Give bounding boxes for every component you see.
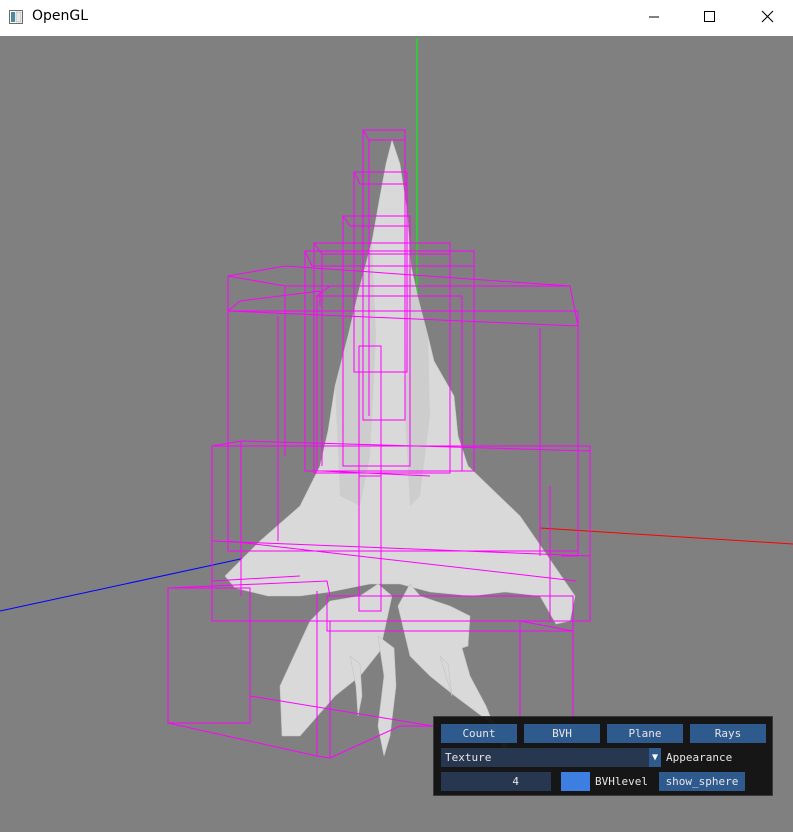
appearance-combo-value: Texture	[445, 751, 492, 764]
bvh-level-input[interactable]: 4	[441, 772, 551, 791]
close-icon[interactable]	[745, 0, 791, 36]
rays-button[interactable]: Rays	[690, 724, 766, 743]
minimize-icon[interactable]	[631, 0, 677, 36]
maximize-icon[interactable]	[686, 0, 732, 36]
appearance-label: Appearance	[666, 751, 733, 764]
bvh-button[interactable]: BVH	[524, 724, 600, 743]
dropdown-arrow-icon[interactable]: ▼	[649, 748, 661, 767]
bvh-level-label: BVHlevel	[595, 775, 648, 788]
3d-scene	[0, 38, 793, 797]
opengl-window: OpenGL Count BVH Plane Rays Texture ▼ Ap…	[0, 0, 793, 832]
opengl-app-icon	[9, 10, 23, 24]
imgui-panel: Count BVH Plane Rays Texture ▼ Appearanc…	[433, 716, 773, 796]
title-bar[interactable]: OpenGL	[0, 0, 793, 36]
window-title: OpenGL	[32, 8, 89, 24]
appearance-combo[interactable]: Texture ▼	[441, 748, 661, 767]
count-button[interactable]: Count	[441, 724, 517, 743]
color-swatch[interactable]	[561, 772, 590, 791]
gl-viewport[interactable]: Count BVH Plane Rays Texture ▼ Appearanc…	[0, 36, 793, 832]
plane-button[interactable]: Plane	[607, 724, 683, 743]
show-sphere-button[interactable]: show_sphere	[659, 772, 745, 791]
